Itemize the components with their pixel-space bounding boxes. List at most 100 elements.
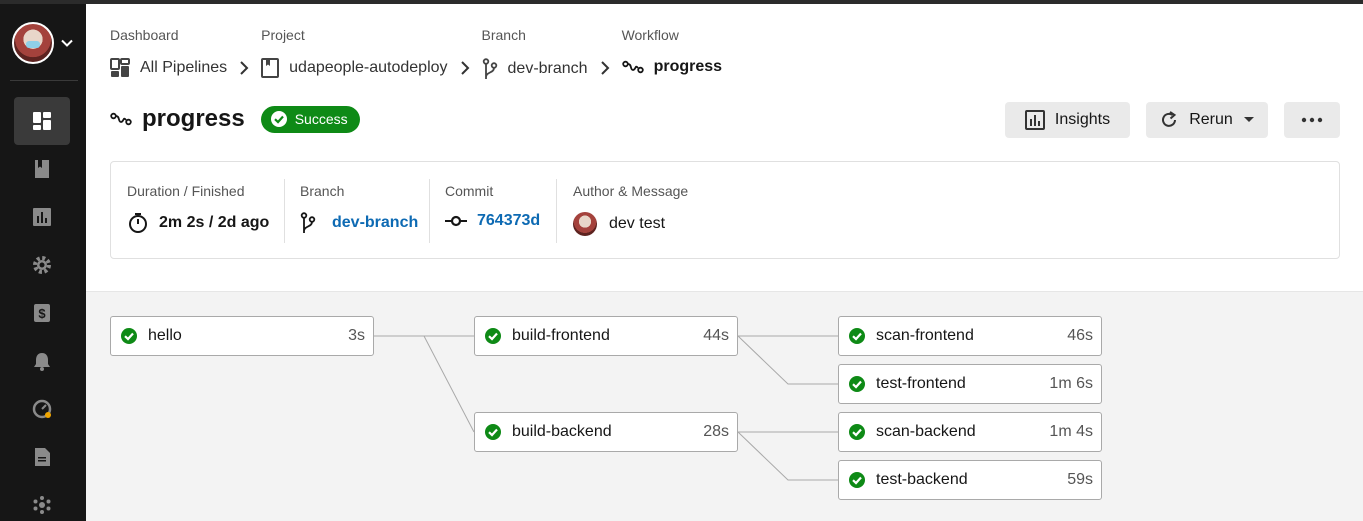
- job-name: scan-backend: [876, 423, 976, 440]
- sidebar-item-docs[interactable]: [14, 433, 70, 481]
- job-duration: 59s: [1067, 471, 1093, 488]
- sidebar-item-community[interactable]: [14, 481, 70, 521]
- workflow-graph: hello 3s build-frontend 44s build-backen…: [86, 291, 1363, 521]
- chevron-right-icon: [600, 61, 609, 75]
- chevron-down-icon: [61, 39, 73, 47]
- breadcrumb: Dashboard All Pipelines Project udapeopl…: [110, 27, 722, 80]
- job-test-frontend[interactable]: test-frontend 1m 6s: [838, 364, 1102, 404]
- job-scan-backend[interactable]: scan-backend 1m 4s: [838, 412, 1102, 452]
- check-circle-icon: [485, 424, 501, 440]
- notifications-icon: [34, 353, 50, 371]
- breadcrumb-project: Project udapeople-autodeploy: [261, 27, 448, 80]
- sidebar-item-dashboard[interactable]: [14, 97, 70, 145]
- job-test-backend[interactable]: test-backend 59s: [838, 460, 1102, 500]
- branch-label: Branch: [300, 183, 345, 199]
- breadcrumb-label: Dashboard: [110, 27, 179, 43]
- sidebar-item-settings[interactable]: [14, 241, 70, 289]
- sidebar-item-status[interactable]: [14, 385, 70, 433]
- job-duration: 46s: [1067, 327, 1093, 344]
- projects-icon: [35, 160, 49, 178]
- author-value-row: dev test: [573, 212, 688, 236]
- rerun-label: Rerun: [1189, 111, 1233, 128]
- check-circle-icon: [270, 111, 287, 127]
- project-link[interactable]: udapeople-autodeploy: [261, 58, 448, 78]
- job-duration: 3s: [348, 327, 365, 344]
- job-name: test-backend: [876, 471, 968, 488]
- status-badge: Success: [260, 105, 360, 133]
- commit-column: Commit 764373d: [445, 162, 540, 260]
- workflow-header: progress Success: [110, 105, 360, 133]
- docs-icon: [35, 448, 50, 466]
- sidebar-item-plan[interactable]: $: [14, 289, 70, 337]
- breadcrumb-branch: Branch dev-branch: [482, 27, 588, 80]
- duration-value-row: 2m 2s / 2d ago: [127, 212, 269, 234]
- insights-icon: [33, 208, 51, 226]
- author-message: dev test: [609, 215, 666, 232]
- user-menu[interactable]: [12, 22, 74, 64]
- breadcrumb-text: udapeople-autodeploy: [289, 59, 448, 76]
- branch-value-row: dev-branch: [300, 212, 418, 234]
- author-label: Author & Message: [573, 183, 689, 199]
- job-build-frontend[interactable]: build-frontend 44s: [474, 316, 738, 356]
- breadcrumb-label: Workflow: [621, 27, 679, 43]
- status-text: Success: [294, 111, 348, 127]
- status-icon: [32, 399, 52, 419]
- community-icon: [33, 496, 51, 514]
- branch-icon: [482, 58, 497, 79]
- column-divider: [429, 179, 430, 243]
- job-name: build-frontend: [512, 327, 610, 344]
- check-circle-icon: [485, 328, 501, 344]
- job-name: scan-frontend: [876, 327, 974, 344]
- caret-down-icon: [1243, 117, 1254, 122]
- job-duration: 1m 6s: [1049, 375, 1093, 392]
- column-divider: [556, 179, 557, 243]
- branch-icon: [300, 212, 316, 233]
- workflow-summary-card: Duration / Finished 2m 2s / 2d ago Branc…: [110, 161, 1340, 259]
- check-circle-icon: [849, 424, 865, 440]
- more-horizontal-icon: [1301, 117, 1323, 123]
- duration-column: Duration / Finished 2m 2s / 2d ago: [127, 162, 269, 260]
- plan-icon: $: [34, 304, 50, 322]
- more-options-button[interactable]: [1284, 102, 1340, 138]
- all-pipelines-link[interactable]: All Pipelines: [110, 58, 227, 78]
- breadcrumb-workflow: Workflow progress: [622, 27, 722, 80]
- page-title: progress: [142, 105, 245, 132]
- job-name: test-frontend: [876, 375, 966, 392]
- breadcrumb-dashboard: Dashboard All Pipelines: [110, 27, 227, 80]
- workflow-link[interactable]: progress: [621, 58, 722, 76]
- dashboard-icon: [110, 58, 130, 77]
- job-build-backend[interactable]: build-backend 28s: [474, 412, 738, 452]
- insights-icon: [1024, 110, 1045, 130]
- insights-label: Insights: [1054, 111, 1111, 128]
- chevron-right-icon: [460, 61, 469, 75]
- job-name: build-backend: [512, 423, 612, 440]
- sidebar-item-insights[interactable]: [14, 193, 70, 241]
- column-divider: [284, 179, 285, 243]
- timer-icon: [129, 213, 147, 233]
- job-hello[interactable]: hello 3s: [110, 316, 374, 356]
- breadcrumb-text: All Pipelines: [140, 59, 228, 76]
- breadcrumb-text: dev-branch: [507, 60, 588, 77]
- sidebar-item-notifications[interactable]: [14, 337, 70, 385]
- sidebar-divider: [10, 80, 78, 81]
- dashboard-icon: [33, 112, 51, 130]
- chevron-right-icon: [240, 61, 249, 75]
- workflow-icon: [621, 60, 644, 74]
- check-circle-icon: [849, 328, 865, 344]
- insights-button[interactable]: Insights: [1005, 102, 1130, 138]
- job-scan-frontend[interactable]: scan-frontend 46s: [838, 316, 1102, 356]
- commit-link[interactable]: 764373d: [477, 212, 540, 230]
- duration-label: Duration / Finished: [127, 183, 245, 199]
- sidebar: $: [0, 4, 86, 521]
- rerun-button[interactable]: Rerun: [1146, 102, 1268, 138]
- sidebar-item-projects[interactable]: [14, 145, 70, 193]
- job-duration: 44s: [703, 327, 729, 344]
- refresh-icon: [1162, 111, 1177, 127]
- commit-value-row: 764373d: [445, 212, 540, 230]
- branch-link[interactable]: dev-branch: [332, 214, 418, 232]
- commit-icon: [445, 215, 467, 227]
- author-column: Author & Message dev test: [573, 162, 688, 260]
- branch-link[interactable]: dev-branch: [482, 58, 588, 80]
- breadcrumb-label: Branch: [481, 27, 526, 43]
- branch-column: Branch dev-branch: [300, 162, 418, 260]
